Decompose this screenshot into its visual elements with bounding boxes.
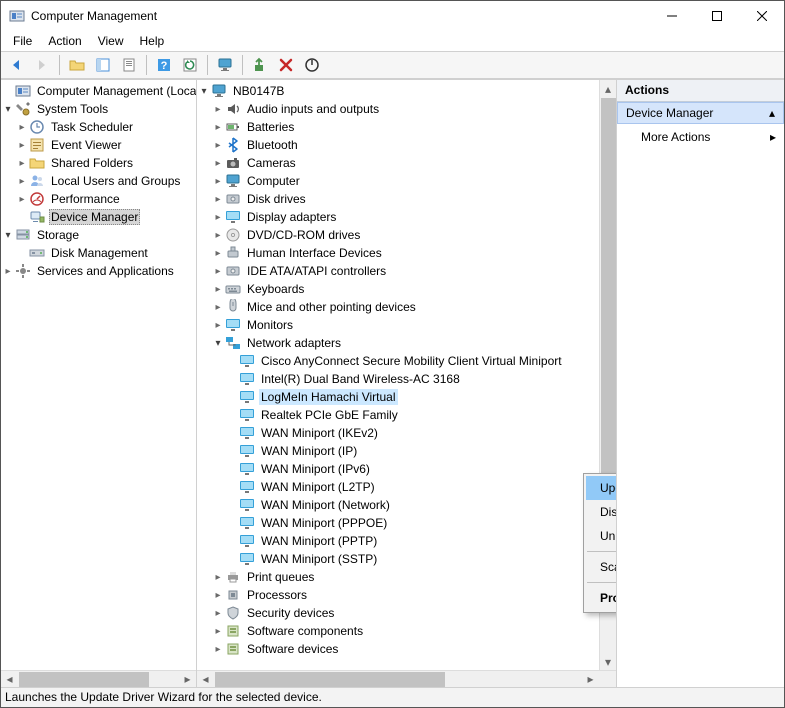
adapter-wan-ikev2[interactable]: WAN Miniport (IKEv2) [197,424,599,442]
device-tree[interactable]: NB0147B Audio inputs and outputs Batteri… [197,80,616,670]
cat-ide[interactable]: IDE ATA/ATAPI controllers [197,262,599,280]
nav-root[interactable]: Computer Management (Local) [1,82,196,100]
cat-computer[interactable]: Computer [197,172,599,190]
cat-disk[interactable]: Disk drives [197,190,599,208]
console-tree-pane: Computer Management (Local) System Tools… [1,80,197,687]
status-bar: Launches the Update Driver Wizard for th… [1,687,784,707]
menu-file[interactable]: File [5,32,40,50]
cm-separator [587,551,617,552]
menu-bar: File Action View Help [1,31,784,51]
context-menu: Update driver Disable device Uninstall d… [583,473,617,613]
cat-processors[interactable]: Processors [197,586,599,604]
help-button[interactable]: ? [153,54,175,76]
cat-audio[interactable]: Audio inputs and outputs [197,100,599,118]
refresh-button[interactable] [179,54,201,76]
app-icon [9,8,25,24]
cat-mice[interactable]: Mice and other pointing devices [197,298,599,316]
cat-keyboards[interactable]: Keyboards [197,280,599,298]
adapter-wan-pppoe[interactable]: WAN Miniport (PPPOE) [197,514,599,532]
adapter-realtek[interactable]: Realtek PCIe GbE Family [197,406,599,424]
uninstall-button[interactable] [275,54,297,76]
nav-storage[interactable]: Storage [1,226,196,244]
nav-task-scheduler[interactable]: Task Scheduler [1,118,196,136]
nav-device-manager[interactable]: Device Manager [1,208,196,226]
cat-network[interactable]: Network adapters [197,334,599,352]
menu-help[interactable]: Help [132,32,173,50]
cat-bluetooth[interactable]: Bluetooth [197,136,599,154]
nav-hscroll[interactable]: ◂▸ [1,670,196,687]
cat-hid[interactable]: Human Interface Devices [197,244,599,262]
cat-print-queues[interactable]: Print queues [197,568,599,586]
forward-button[interactable] [31,54,53,76]
adapter-hamachi[interactable]: LogMeIn Hamachi Virtual [197,388,599,406]
collapse-icon: ▴ [769,106,775,120]
up-button[interactable] [66,54,88,76]
actions-header: Actions [617,80,784,102]
cm-disable-device[interactable]: Disable device [586,500,617,524]
actions-more-label: More Actions [641,130,710,144]
center-hscroll[interactable]: ◂▸ [197,670,616,687]
cm-properties[interactable]: Properties [586,586,617,610]
cat-monitors[interactable]: Monitors [197,316,599,334]
minimize-button[interactable] [649,1,694,31]
adapter-wan-pptp[interactable]: WAN Miniport (PPTP) [197,532,599,550]
adapter-wan-sstp[interactable]: WAN Miniport (SSTP) [197,550,599,568]
window-title: Computer Management [31,9,649,23]
cm-update-driver[interactable]: Update driver [586,476,617,500]
nav-performance[interactable]: Performance [1,190,196,208]
menu-action[interactable]: Action [40,32,89,50]
adapter-wan-net[interactable]: WAN Miniport (Network) [197,496,599,514]
actions-group-label: Device Manager [626,106,713,120]
adapter-cisco[interactable]: Cisco AnyConnect Secure Mobility Client … [197,352,599,370]
nav-shared-folders[interactable]: Shared Folders [1,154,196,172]
nav-system-tools[interactable]: System Tools [1,100,196,118]
nav-services[interactable]: Services and Applications [1,262,196,280]
close-button[interactable] [739,1,784,31]
cat-batteries[interactable]: Batteries [197,118,599,136]
update-driver-button[interactable] [249,54,271,76]
device-root[interactable]: NB0147B [197,82,599,100]
device-tree-pane: NB0147B Audio inputs and outputs Batteri… [197,80,617,687]
adapter-intel[interactable]: Intel(R) Dual Band Wireless-AC 3168 [197,370,599,388]
cm-separator [587,582,617,583]
cm-uninstall-device[interactable]: Uninstall device [586,524,617,548]
adapter-wan-l2tp[interactable]: WAN Miniport (L2TP) [197,478,599,496]
nav-local-users[interactable]: Local Users and Groups [1,172,196,190]
disable-button[interactable] [301,54,323,76]
show-hide-tree-button[interactable] [92,54,114,76]
cm-scan-hardware[interactable]: Scan for hardware changes [586,555,617,579]
cat-software-comp[interactable]: Software components [197,622,599,640]
title-bar: Computer Management [1,1,784,31]
cat-display[interactable]: Display adapters [197,208,599,226]
properties-button[interactable] [118,54,140,76]
cat-dvd[interactable]: DVD/CD-ROM drives [197,226,599,244]
actions-group-device-manager[interactable]: Device Manager ▴ [617,102,784,124]
toolbar: ? [1,51,784,79]
actions-pane: Actions Device Manager ▴ More Actions ▸ [617,80,784,687]
cat-cameras[interactable]: Cameras [197,154,599,172]
cat-security[interactable]: Security devices [197,604,599,622]
svg-text:?: ? [161,60,168,72]
nav-event-viewer[interactable]: Event Viewer [1,136,196,154]
console-tree[interactable]: Computer Management (Local) System Tools… [1,80,196,670]
adapter-wan-ip[interactable]: WAN Miniport (IP) [197,442,599,460]
back-button[interactable] [5,54,27,76]
menu-view[interactable]: View [90,32,132,50]
maximize-button[interactable] [694,1,739,31]
adapter-wan-ipv6[interactable]: WAN Miniport (IPv6) [197,460,599,478]
submenu-arrow-icon: ▸ [770,130,776,144]
nav-disk-management[interactable]: Disk Management [1,244,196,262]
status-text: Launches the Update Driver Wizard for th… [5,690,322,704]
actions-more[interactable]: More Actions ▸ [617,124,784,150]
cat-software-dev[interactable]: Software devices [197,640,599,658]
show-devices-button[interactable] [214,54,236,76]
